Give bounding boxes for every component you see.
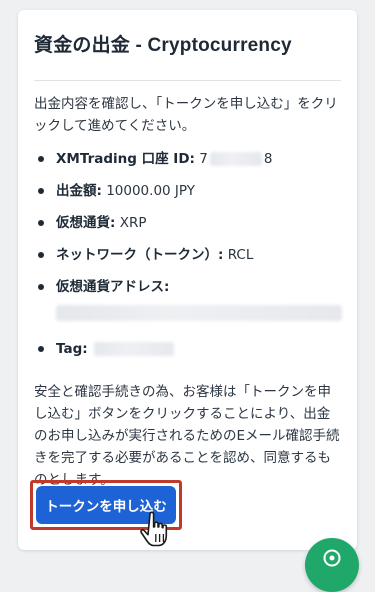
detail-network: ネットワーク（トークン）: RCL (34, 245, 341, 265)
withdrawal-details: XMTrading 口座 ID: 7 8 出金額: 10000.00 JPY 仮想… (34, 149, 342, 359)
consent-notice: 安全と確認手続きの為、お客様は「トークンを申し込む」ボタンをクリックすることによ… (34, 384, 340, 488)
redacted-address (56, 305, 342, 321)
account-id-suffix: 8 (263, 151, 273, 167)
currency-label: 仮想通貨: (56, 215, 116, 231)
redacted-account-id (209, 152, 262, 166)
amount-value: 10000.00 JPY (106, 183, 195, 199)
detail-tag: Tag: (34, 339, 341, 359)
withdrawal-card: 資金の出金 - Cryptocurrency 出金内容を確認し、「トークンを申し… (18, 10, 357, 550)
hand-pointer-icon (140, 511, 168, 547)
chat-icon (323, 549, 341, 567)
redacted-tag (93, 342, 174, 356)
detail-currency: 仮想通貨: XRP (34, 213, 341, 233)
detail-address: 仮想通貨アドレス: (34, 277, 342, 321)
network-value: RCL (227, 247, 254, 263)
network-label: ネットワーク（トークン）: (56, 247, 224, 263)
detail-amount: 出金額: 10000.00 JPY (34, 181, 341, 201)
account-id-label: XMTrading 口座 ID: (56, 151, 195, 167)
detail-account-id: XMTrading 口座 ID: 7 8 (34, 149, 341, 169)
address-label: 仮想通貨アドレス: (56, 279, 170, 295)
intro-text: 出金内容を確認し、「トークンを申し込む」をクリックして進めてください。 (34, 96, 338, 134)
page-title: 資金の出金 - Cryptocurrency (34, 35, 292, 56)
amount-label: 出金額: (56, 183, 102, 199)
account-id-prefix: 7 (199, 151, 208, 167)
tag-label: Tag: (56, 341, 88, 357)
currency-value: XRP (119, 215, 147, 231)
chat-fab-button[interactable] (305, 538, 359, 592)
divider (34, 80, 341, 81)
